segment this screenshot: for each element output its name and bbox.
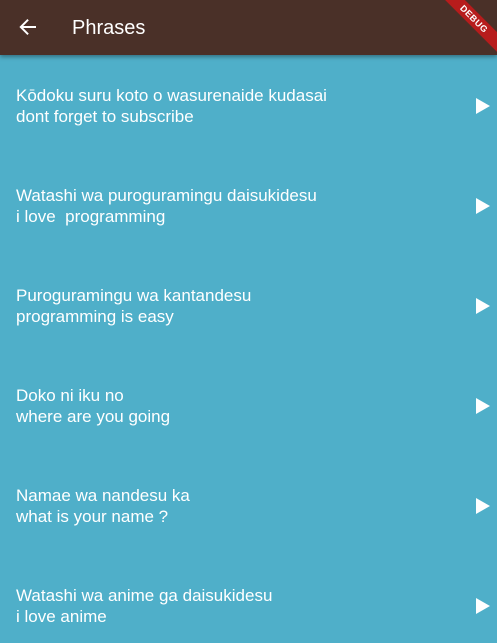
play-icon[interactable]: [476, 98, 490, 114]
phrase-english: what is your name ?: [16, 507, 169, 526]
app-bar: Phrases: [0, 0, 497, 55]
page-title: Phrases: [72, 17, 146, 39]
phrase-text: Watashi wa puroguramingu daisukidesu i l…: [16, 185, 317, 227]
phrase-english: where are you going: [16, 407, 171, 426]
play-icon[interactable]: [476, 398, 490, 414]
phrase-row-5[interactable]: Namae wa nandesu ka what is your name ?: [0, 455, 497, 555]
phrase-japanese: Kōdoku suru koto o wasurenaide kudasai: [16, 86, 327, 105]
phrase-japanese: Watashi wa anime ga daisukidesu: [16, 586, 273, 605]
phrase-row-6[interactable]: Watashi wa anime ga daisukidesu i love a…: [0, 555, 497, 643]
debug-label: DEBUG: [437, 0, 497, 56]
phrase-japanese: Namae wa nandesu ka: [16, 486, 190, 505]
phrase-english: i love programming: [16, 207, 166, 226]
phrase-japanese: Doko ni iku no: [16, 386, 124, 405]
phrase-text: Namae wa nandesu ka what is your name ?: [16, 485, 190, 527]
arrow-back-icon: [19, 19, 36, 35]
play-icon[interactable]: [476, 598, 490, 614]
app-screen: Phrases DEBUG Kōdoku suru koto o wasuren…: [0, 0, 497, 643]
phrase-english: dont forget to subscribe: [16, 107, 194, 126]
phrase-text: Doko ni iku no where are you going: [16, 385, 170, 427]
phrase-japanese: Puroguramingu wa kantandesu: [16, 286, 252, 305]
debug-banner: DEBUG: [437, 0, 497, 60]
phrase-english: programming is easy: [16, 307, 174, 326]
phrase-text: Kōdoku suru koto o wasurenaide kudasai d…: [16, 85, 327, 127]
back-button[interactable]: [14, 13, 42, 41]
phrase-text: Watashi wa anime ga daisukidesu i love a…: [16, 585, 272, 627]
phrase-japanese: Watashi wa puroguramingu daisukidesu: [16, 186, 317, 205]
phrase-row-2[interactable]: Watashi wa puroguramingu daisukidesu i l…: [0, 155, 497, 255]
play-icon[interactable]: [476, 198, 490, 214]
phrase-row-4[interactable]: Doko ni iku no where are you going: [0, 355, 497, 455]
phrase-text: Puroguramingu wa kantandesu programming …: [16, 285, 251, 327]
play-icon[interactable]: [476, 298, 490, 314]
phrase-english: i love anime: [16, 607, 107, 626]
phrase-row-3[interactable]: Puroguramingu wa kantandesu programming …: [0, 255, 497, 355]
phrase-row-1[interactable]: Kōdoku suru koto o wasurenaide kudasai d…: [0, 55, 497, 155]
phrases-list: Kōdoku suru koto o wasurenaide kudasai d…: [0, 55, 497, 643]
play-icon[interactable]: [476, 498, 490, 514]
